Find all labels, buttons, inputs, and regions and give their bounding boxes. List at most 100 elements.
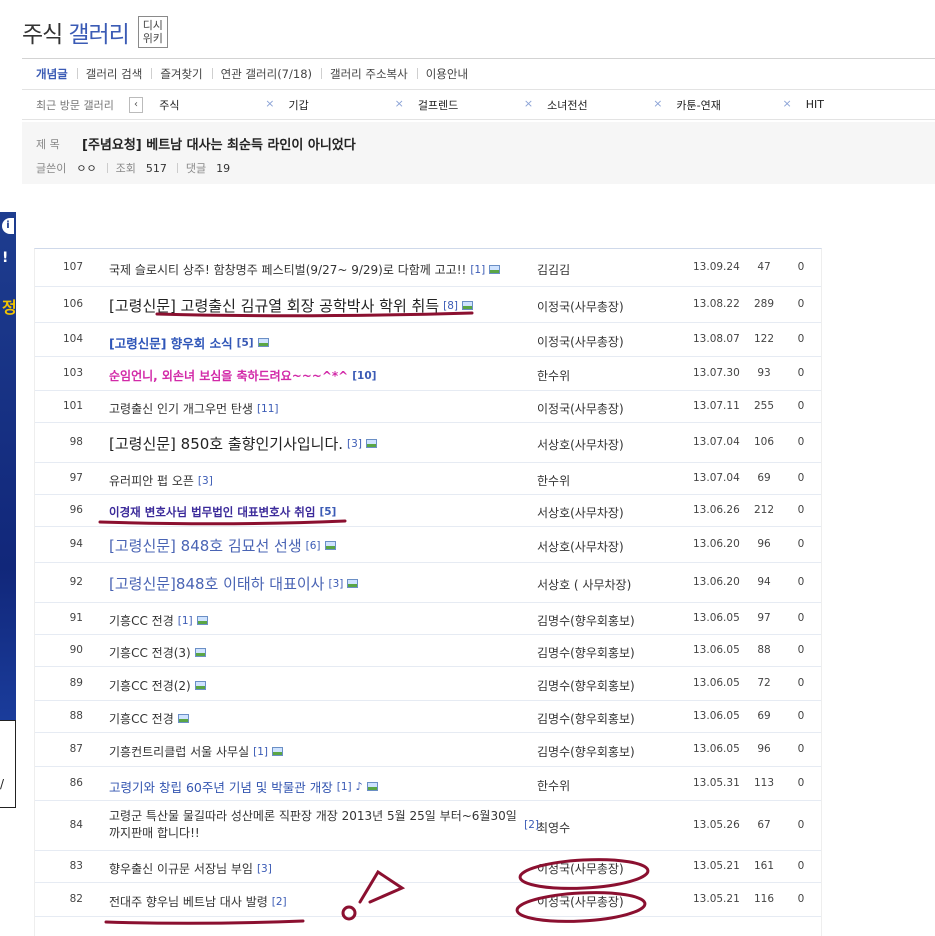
table-row[interactable]: 87 기흥컨트리클럽 서울 사무실 [1] 김명수(향우회홍보) 13.06.05 96 0	[35, 733, 821, 767]
post-subject-text[interactable]: 전대주 향우님 베트남 대사 발령	[109, 893, 268, 910]
recent-gallery-item[interactable]: HIT	[806, 98, 935, 111]
post-subject-link[interactable]: 기흥CC 전경	[109, 710, 529, 727]
comment-count[interactable]: [3]	[198, 475, 213, 487]
post-subject-text[interactable]: 고령기와 창립 60주년 기념 및 박물관 개장	[109, 777, 333, 796]
comment-count[interactable]: [1]	[253, 746, 268, 758]
post-subject-link[interactable]: 향우출신 이규문 서장님 부임 [3]	[109, 860, 529, 877]
post-subject-text[interactable]: [고령신문] 850호 출향인기사입니다.	[109, 433, 343, 454]
comment-count[interactable]: [10]	[352, 370, 376, 382]
comment-count[interactable]: [1]	[178, 615, 193, 627]
table-row[interactable]: 84 고령군 특산물 물길따라 성산메론 직판장 개장 2013년 5월 25일 …	[35, 801, 821, 851]
comment-count[interactable]: [5]	[237, 337, 254, 349]
comment-count[interactable]: [11]	[257, 403, 279, 415]
post-subject-text[interactable]: 고령출신 인기 개그우먼 탄생	[109, 400, 253, 417]
post-subject-text[interactable]: 고령군 특산물 물길따라 성산메론 직판장 개장 2013년 5월 25일 부터…	[109, 808, 520, 842]
post-subject-text[interactable]: 순임언니, 외손녀 보심을 축하드려요~~~^*^	[109, 367, 348, 384]
comment-count[interactable]: [8]	[443, 300, 458, 312]
recent-gallery-item[interactable]: 주식 ×	[159, 97, 288, 113]
post-writer[interactable]: 한수위	[537, 367, 570, 384]
post-subject-link[interactable]: 기흥컨트리클럽 서울 사무실 [1]	[109, 743, 529, 760]
close-icon[interactable]: ×	[395, 97, 404, 113]
post-writer[interactable]: 김김김	[537, 261, 570, 278]
table-row[interactable]: 107 국제 슬로시티 상주! 함창명주 페스티벌(9/27~ 9/29)로 다함…	[35, 249, 821, 287]
post-writer[interactable]: 이정국(사무총장)	[537, 860, 624, 877]
post-subject-text[interactable]: 국제 슬로시티 상주! 함창명주 페스티벌(9/27~ 9/29)로 다함께 고…	[109, 261, 466, 278]
post-subject-link[interactable]: 고령군 특산물 물길따라 성산메론 직판장 개장 2013년 5월 25일 부터…	[109, 808, 539, 842]
post-writer[interactable]: 서상호(사무차장)	[537, 538, 624, 555]
post-subject-link[interactable]: [고령신문]848호 이태하 대표이사 [3]	[109, 573, 529, 594]
post-subject-text[interactable]: 이경재 변호사님 법무법인 대표변호사 취임	[109, 504, 315, 520]
recent-gallery-item[interactable]: 걸프렌드 ×	[418, 97, 547, 113]
post-subject-link[interactable]: 기흥CC 전경(2)	[109, 677, 529, 694]
close-icon[interactable]: ×	[782, 97, 791, 113]
post-subject-text[interactable]: 기흥CC 전경(3)	[109, 644, 191, 661]
recent-gallery-item[interactable]: 기갑 ×	[289, 97, 418, 113]
post-writer[interactable]: 한수위	[537, 472, 570, 489]
table-row[interactable]: 82 전대주 향우님 베트남 대사 발령 [2] 이정국(사무총장) 13.05.21 1…	[35, 883, 821, 917]
post-subject-link[interactable]: 기흥CC 전경 [1]	[109, 612, 529, 629]
post-subject-link[interactable]: [고령신문] 850호 출향인기사입니다. [3]	[109, 433, 529, 454]
table-row[interactable]: 83 향우출신 이규문 서장님 부임 [3] 이정국(사무총장) 13.05.21 161…	[35, 851, 821, 883]
post-writer[interactable]: 이정국(사무총장)	[537, 893, 624, 910]
comment-count[interactable]: [3]	[328, 578, 343, 590]
comment-count[interactable]: [3]	[257, 863, 272, 875]
post-writer[interactable]: 이정국(사무총장)	[537, 298, 624, 315]
post-writer[interactable]: 서상호(사무차장)	[537, 436, 624, 453]
menu-item-concept[interactable]: 개념글	[36, 66, 77, 82]
table-row[interactable]	[35, 917, 821, 936]
table-row[interactable]: 90 기흥CC 전경(3) 김명수(향우회홍보) 13.06.05 88 0	[35, 635, 821, 667]
post-subject-link[interactable]: 국제 슬로시티 상주! 함창명주 페스티벌(9/27~ 9/29)로 다함께 고…	[109, 261, 529, 278]
comment-count[interactable]: [5]	[319, 506, 336, 518]
table-row[interactable]: 96 이경재 변호사님 법무법인 대표변호사 취임 [5] 서상호(사무차장) 13.0…	[35, 495, 821, 527]
menu-item-copy-address[interactable]: 갤러리 주소복사	[321, 66, 417, 82]
comment-count[interactable]: [3]	[347, 438, 362, 450]
post-writer[interactable]: 이정국(사무총장)	[537, 400, 624, 417]
table-row[interactable]: 92 [고령신문]848호 이태하 대표이사 [3] 서상호 ( 사무차장) 13.06…	[35, 563, 821, 603]
menu-item-search[interactable]: 갤러리 검색	[76, 66, 152, 82]
post-subject-text[interactable]: [고령신문]848호 이태하 대표이사	[109, 573, 324, 594]
close-icon[interactable]: ×	[653, 97, 662, 113]
gallery-title-part1[interactable]: 주식	[22, 15, 63, 49]
table-row[interactable]: 97 유러피안 펍 오픈 [3] 한수위 13.07.04 69 0	[35, 463, 821, 495]
menu-item-guide[interactable]: 이용안내	[416, 66, 477, 82]
post-writer[interactable]: ㅇㅇ	[76, 160, 96, 176]
table-row[interactable]: 89 기흥CC 전경(2) 김명수(향우회홍보) 13.06.05 72 0	[35, 667, 821, 701]
post-writer[interactable]: 한수위	[537, 777, 570, 794]
post-writer[interactable]: 서상호(사무차장)	[537, 504, 624, 521]
post-subject-link[interactable]: 고령기와 창립 60주년 기념 및 박물관 개장 [1] ♪	[109, 777, 529, 796]
chevron-left-icon[interactable]: ‹	[128, 96, 144, 113]
dcwiki-button[interactable]: 디시 위키	[137, 16, 168, 48]
table-row[interactable]: 91 기흥CC 전경 [1] 김명수(향우회홍보) 13.06.05 97 0	[35, 603, 821, 635]
post-subject-text[interactable]: 유러피안 펍 오픈	[109, 472, 194, 489]
post-subject-link[interactable]: [고령신문] 향우회 소식 [5]	[109, 333, 529, 352]
comment-count[interactable]: [1]	[337, 781, 352, 793]
post-subject-text[interactable]: [고령신문] 향우회 소식	[109, 333, 233, 352]
post-writer[interactable]: 김명수(향우회홍보)	[537, 677, 635, 694]
table-row[interactable]: 104 [고령신문] 향우회 소식 [5] 이정국(사무총장) 13.08.07 122 0	[35, 323, 821, 357]
post-subject-link[interactable]: 순임언니, 외손녀 보심을 축하드려요~~~^*^ [10]	[109, 367, 529, 384]
gallery-title[interactable]: 주식 갤러리 디시 위키	[22, 14, 168, 50]
recent-gallery-item[interactable]: 소녀전선 ×	[547, 97, 676, 113]
post-subject-link[interactable]: 기흥CC 전경(3)	[109, 644, 529, 661]
comment-count[interactable]: [2]	[272, 896, 287, 908]
post-subject-text[interactable]: [고령신문] 고령출신 김규열 회장 공학박사 학위 취득	[109, 295, 439, 316]
post-writer[interactable]: 김명수(향우회홍보)	[537, 743, 635, 760]
post-subject-text[interactable]: 향우출신 이규문 서장님 부임	[109, 860, 253, 877]
side-ad-banner[interactable]: i ! 정 /	[0, 212, 17, 808]
post-subject-link[interactable]: [고령신문] 848호 김묘선 선생 [6]	[109, 535, 529, 556]
recent-gallery-item[interactable]: 카툰-연재 ×	[676, 97, 805, 113]
close-icon[interactable]: ×	[524, 97, 533, 113]
post-writer[interactable]: 최영수	[537, 819, 570, 836]
comment-count[interactable]: [6]	[306, 540, 321, 552]
comment-count[interactable]: [1]	[470, 264, 485, 276]
post-writer[interactable]: 이정국(사무총장)	[537, 333, 624, 350]
post-writer[interactable]: 김명수(향우회홍보)	[537, 644, 635, 661]
table-row[interactable]: 106 [고령신문] 고령출신 김규열 회장 공학박사 학위 취득 [8] 이정국(사…	[35, 287, 821, 323]
post-subject-link[interactable]: 고령출신 인기 개그우먼 탄생 [11]	[109, 400, 529, 417]
post-subject-text[interactable]: 기흥CC 전경	[109, 612, 174, 629]
post-subject-link[interactable]: 이경재 변호사님 법무법인 대표변호사 취임 [5]	[109, 504, 529, 520]
close-icon[interactable]: ×	[265, 97, 274, 113]
gallery-title-part2[interactable]: 갤러리	[68, 15, 129, 49]
post-subject-text[interactable]: [고령신문] 848호 김묘선 선생	[109, 535, 302, 556]
post-writer[interactable]: 김명수(향우회홍보)	[537, 710, 635, 727]
